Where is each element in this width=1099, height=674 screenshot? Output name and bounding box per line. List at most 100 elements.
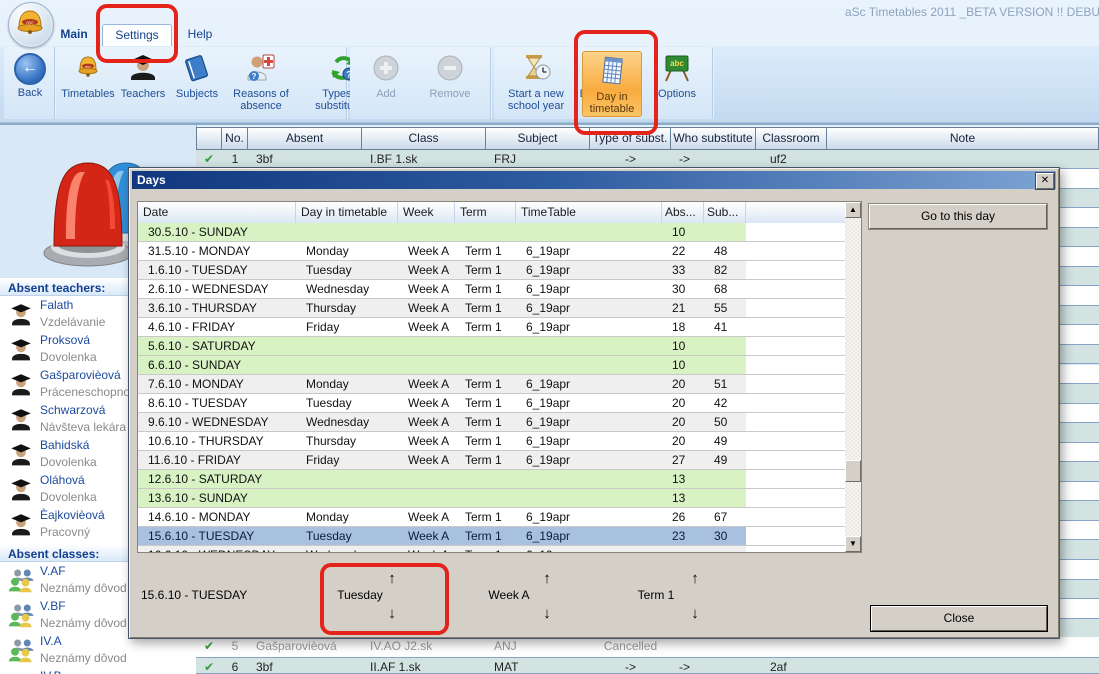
day-cell: Week A	[398, 261, 455, 279]
dialog-titlebar[interactable]: Days ✕	[132, 171, 1056, 189]
day-up-arrow[interactable]: ↑	[384, 570, 400, 587]
tab-main[interactable]: Main	[56, 24, 92, 44]
day-row[interactable]: 4.6.10 - FRIDAYFridayWeek ATerm 16_19apr…	[138, 318, 845, 337]
day-row-band: 10.6.10 - THURSDAYThursdayWeek ATerm 16_…	[138, 432, 746, 451]
remove-minus-icon	[434, 52, 466, 86]
day-row[interactable]: 3.6.10 - THURSDAYThursdayWeek ATerm 16_1…	[138, 299, 845, 318]
day-cell: 22	[662, 242, 704, 260]
day-row-band: 6.6.10 - SUNDAY10	[138, 356, 746, 375]
col-timetable[interactable]: TimeTable	[516, 202, 662, 223]
day-cell	[296, 470, 398, 488]
day-cell: 6_19apr	[516, 375, 662, 393]
cell	[756, 637, 827, 657]
term-up-arrow[interactable]: ↑	[687, 570, 703, 587]
start-new-school-year-button[interactable]: Start a new school year	[496, 49, 576, 117]
teacher-icon	[127, 52, 159, 86]
app-logo-button[interactable]: asc	[8, 2, 54, 48]
col-date[interactable]: Date	[138, 202, 296, 223]
close-button[interactable]: Close	[871, 606, 1047, 631]
day-cell: 48	[704, 242, 746, 260]
cell: Cancelled	[590, 637, 671, 657]
days-rows: 30.5.10 - SUNDAY1031.5.10 - MONDAYMonday…	[138, 223, 845, 552]
column-no[interactable]: No.	[222, 127, 248, 150]
day-cell: 6.6.10 - SUNDAY	[138, 356, 296, 374]
day-cell: Term 1	[455, 242, 516, 260]
day-cell: 13	[662, 470, 704, 488]
subjects-button[interactable]: Subjects	[172, 49, 222, 117]
cell: ->	[590, 658, 671, 673]
day-cell: 11.6.10 - FRIDAY	[138, 451, 296, 469]
col-week[interactable]: Week	[398, 202, 455, 223]
week-up-arrow[interactable]: ↑	[539, 570, 555, 587]
timetables-button[interactable]: asc Timetables	[60, 49, 116, 117]
day-row[interactable]: 14.6.10 - MONDAYMondayWeek ATerm 16_19ap…	[138, 508, 845, 527]
day-cell	[455, 356, 516, 374]
add-button[interactable]: Add	[358, 49, 414, 117]
substitution-row[interactable]: ✔5GašparovièováIV.AO J2.skANJCancelled	[196, 637, 1099, 658]
day-row[interactable]: 12.6.10 - SATURDAY13	[138, 470, 845, 489]
day-cell	[704, 489, 746, 507]
day-row-band: 8.6.10 - TUESDAYTuesdayWeek ATerm 16_19a…	[138, 394, 746, 413]
column-note[interactable]: Note	[827, 127, 1099, 150]
column-subject[interactable]: Subject	[486, 127, 590, 150]
day-cell: 6_19apr	[516, 394, 662, 412]
day-row[interactable]: 8.6.10 - TUESDAYTuesdayWeek ATerm 16_19a…	[138, 394, 845, 413]
substitution-table-header: No. Absent Class Subject Type of subst. …	[196, 127, 1099, 150]
tab-settings[interactable]: Settings	[102, 24, 172, 47]
col-day-in-timetable[interactable]: Day in timetable	[296, 202, 398, 223]
column-class[interactable]: Class	[362, 127, 486, 150]
day-row[interactable]: 16.6.10 - WEDNESDAYWednesdayWeek ATerm 1…	[138, 546, 845, 552]
item-name: Proksová	[40, 333, 90, 347]
day-row[interactable]: 2.6.10 - WEDNESDAYWednesdayWeek ATerm 16…	[138, 280, 845, 299]
scroll-up-icon[interactable]: ▲	[845, 202, 861, 218]
col-sub[interactable]: Sub...	[704, 202, 746, 223]
go-to-this-day-button[interactable]: Go to this day	[869, 204, 1047, 229]
day-row[interactable]: 5.6.10 - SATURDAY10	[138, 337, 845, 356]
dialog-close-icon[interactable]: ✕	[1036, 173, 1054, 189]
term-down-arrow[interactable]: ↓	[687, 605, 703, 622]
scroll-down-icon[interactable]: ▼	[845, 536, 861, 552]
day-row[interactable]: 30.5.10 - SUNDAY10	[138, 223, 845, 242]
day-row[interactable]: 10.6.10 - THURSDAYThursdayWeek ATerm 16_…	[138, 432, 845, 451]
day-cell: 10	[662, 223, 704, 241]
day-row[interactable]: 31.5.10 - MONDAYMondayWeek ATerm 16_19ap…	[138, 242, 845, 261]
day-down-arrow[interactable]: ↓	[384, 605, 400, 622]
column-who[interactable]: Who substitute	[671, 127, 756, 150]
remove-button[interactable]: Remove	[418, 49, 482, 117]
column-classroom[interactable]: Classroom	[756, 127, 827, 150]
cell: uf2	[756, 150, 827, 168]
day-row[interactable]: 11.6.10 - FRIDAYFridayWeek ATerm 16_19ap…	[138, 451, 845, 470]
day-cell: Tuesday	[296, 527, 398, 545]
day-cell: Week A	[398, 508, 455, 526]
day-row[interactable]: 13.6.10 - SUNDAY13	[138, 489, 845, 508]
reasons-of-absence-button[interactable]: ? Reasons of absence	[224, 49, 298, 117]
absent-class-item[interactable]: IV.B	[0, 668, 196, 674]
day-row-band: 30.5.10 - SUNDAY10	[138, 223, 746, 242]
day-row[interactable]: 15.6.10 - TUESDAYTuesdayWeek ATerm 16_19…	[138, 527, 845, 546]
substitution-row[interactable]: ✔63bfII.AF 1.skMAT->->2af	[196, 658, 1099, 674]
days-list-scrollbar[interactable]: ▲ ▼	[845, 202, 861, 552]
day-cell: Week A	[398, 451, 455, 469]
options-button[interactable]: abc Options	[646, 49, 708, 117]
back-button[interactable]: ← Back	[8, 49, 52, 117]
day-cell	[296, 223, 398, 241]
day-cell: 50	[704, 413, 746, 431]
day-in-timetable-button[interactable]: Day in timetable	[582, 51, 642, 117]
tab-help[interactable]: Help	[182, 24, 218, 44]
day-cell: 6_19apr	[516, 508, 662, 526]
day-cell: Term 1	[455, 318, 516, 336]
column-absent[interactable]: Absent	[248, 127, 362, 150]
week-down-arrow[interactable]: ↓	[539, 605, 555, 622]
selected-date-label: 15.6.10 - TUESDAY	[141, 588, 247, 602]
scrollbar-thumb[interactable]	[845, 460, 861, 482]
day-cell: 82	[704, 261, 746, 279]
col-term[interactable]: Term	[455, 202, 516, 223]
day-row[interactable]: 7.6.10 - MONDAYMondayWeek ATerm 16_19apr…	[138, 375, 845, 394]
day-row[interactable]: 9.6.10 - WEDNESDAYWednesdayWeek ATerm 16…	[138, 413, 845, 432]
teachers-button[interactable]: Teachers	[118, 49, 168, 117]
day-row[interactable]: 1.6.10 - TUESDAYTuesdayWeek ATerm 16_19a…	[138, 261, 845, 280]
column-type[interactable]: Type of subst.	[590, 127, 671, 150]
col-abs[interactable]: Abs...	[662, 202, 704, 223]
day-cell: Wednesday	[296, 280, 398, 298]
day-row[interactable]: 6.6.10 - SUNDAY10	[138, 356, 845, 375]
